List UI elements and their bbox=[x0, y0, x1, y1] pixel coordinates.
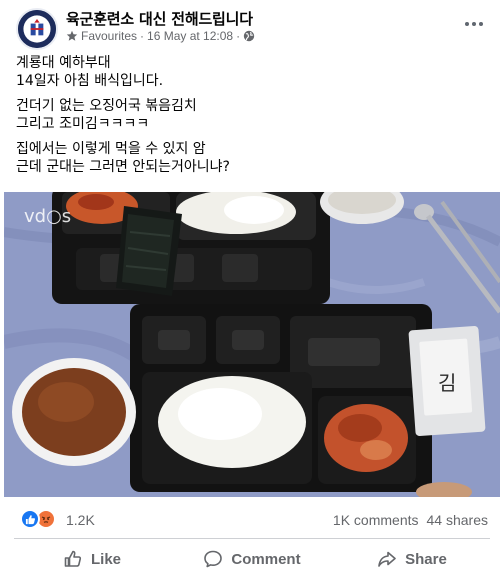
text-line: 그리고 조미김ㅋㅋㅋㅋ bbox=[16, 116, 150, 132]
comments-count-link[interactable]: 1K comments bbox=[333, 512, 419, 528]
meta-separator: · bbox=[140, 29, 145, 43]
like-button[interactable]: Like bbox=[12, 542, 172, 576]
paragraph: 계룡대 예하부대 14일자 아침 배식입니다. bbox=[16, 54, 486, 90]
share-label: Share bbox=[405, 550, 447, 568]
reactions-bar: 1.2K 1K comments 44 shares bbox=[0, 504, 504, 534]
text-line: 계룡대 예하부대 bbox=[16, 55, 111, 71]
post-stats: 1K comments 44 shares bbox=[333, 512, 488, 528]
page-avatar[interactable] bbox=[16, 8, 58, 50]
more-options-button[interactable] bbox=[462, 12, 486, 36]
post-meta: Favourites · 16 May at 12:08 · bbox=[66, 29, 255, 43]
post-action-bar: Like Comment Share bbox=[12, 542, 492, 576]
meal-tray-photo: vd○s 김 bbox=[4, 192, 500, 497]
seaweed-packet-label: 김 bbox=[438, 371, 456, 395]
post-date[interactable]: 16 May at 12:08 bbox=[147, 29, 233, 43]
photo-watermark: vd○s bbox=[24, 206, 71, 227]
speech-bubble-icon bbox=[204, 550, 223, 568]
ellipsis-icon bbox=[465, 22, 469, 26]
reaction-count[interactable]: 1.2K bbox=[66, 512, 95, 528]
like-label: Like bbox=[90, 550, 121, 568]
share-button[interactable]: Share bbox=[332, 542, 492, 576]
shares-count-link[interactable]: 44 shares bbox=[427, 512, 488, 528]
text-line: 14일자 아침 배식입니다. bbox=[16, 73, 164, 89]
reaction-icons[interactable] bbox=[20, 509, 56, 529]
facebook-post: 육군훈련소 대신 전해드립니다 Favourites · 16 May at 1… bbox=[0, 0, 504, 576]
post-header: 육군훈련소 대신 전해드립니다 Favourites · 16 May at 1… bbox=[0, 0, 504, 52]
paragraph: 건더기 없는 오징어국 볶음김치 그리고 조미김ㅋㅋㅋㅋ bbox=[16, 97, 486, 133]
audience-label[interactable]: Favourites bbox=[81, 29, 137, 43]
text-line: 집에서는 이렇게 먹을 수 있지 암 bbox=[16, 141, 206, 157]
text-line: 근데 군대는 그러면 안되는거아니냐? bbox=[16, 159, 230, 175]
thumbs-up-icon bbox=[20, 509, 40, 529]
meta-separator-2: · bbox=[236, 29, 241, 43]
divider bbox=[14, 538, 490, 539]
share-arrow-icon bbox=[378, 551, 396, 567]
army-emblem-icon bbox=[18, 10, 56, 48]
page-name-link[interactable]: 육군훈련소 대신 전해드립니다 bbox=[66, 8, 253, 29]
paragraph: 집에서는 이렇게 먹을 수 있지 암 근데 군대는 그러면 안되는거아니냐? bbox=[16, 140, 486, 176]
post-photo[interactable]: vd○s 김 bbox=[4, 192, 500, 497]
thumbs-up-outline-icon bbox=[64, 550, 82, 567]
post-text: 계룡대 예하부대 14일자 아침 배식입니다. 건더기 없는 오징어국 볶음김치… bbox=[16, 54, 486, 183]
star-icon bbox=[66, 30, 78, 41]
text-line: 건더기 없는 오징어국 볶음김치 bbox=[16, 98, 197, 114]
comment-label: Comment bbox=[231, 550, 301, 568]
comment-button[interactable]: Comment bbox=[172, 542, 332, 576]
globe-icon[interactable] bbox=[243, 30, 255, 42]
